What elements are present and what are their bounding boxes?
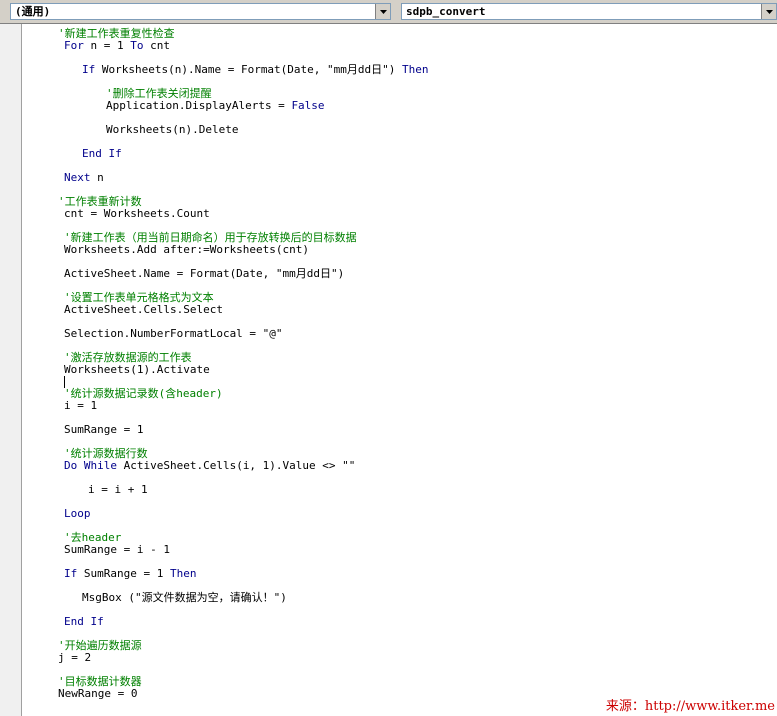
text-caret (64, 376, 65, 388)
procedure-combo-dropdown-button[interactable] (761, 4, 776, 19)
code-line[interactable]: MsgBox ("源文件数据为空，请确认！") (82, 592, 287, 604)
code-line[interactable]: End If (82, 148, 122, 160)
code-text: Worksheets.Add after:=Worksheets(cnt) (64, 243, 310, 256)
code-text: n (90, 171, 104, 184)
code-line[interactable]: ActiveSheet.Name = Format(Date, "mm月dd日"… (64, 268, 344, 280)
code-line[interactable]: End If (64, 616, 104, 628)
code-text: i = i + 1 (88, 483, 148, 496)
code-pane[interactable]: '新建工作表重复性检查 For n = 1 To cnt If Worksheets… (22, 24, 777, 716)
code-text: Application.DisplayAlerts = (106, 99, 292, 112)
code-text: NewRange = 0 (58, 687, 138, 700)
code-line[interactable]: If Worksheets(n).Name = Format(Date, "mm… (82, 64, 429, 76)
code-text: ActiveSheet.Cells.Select (64, 303, 223, 316)
code-keyword: If (82, 63, 96, 76)
code-line[interactable]: Worksheets.Add after:=Worksheets(cnt) (64, 244, 309, 256)
code-editor[interactable]: '新建工作表重复性检查 For n = 1 To cnt If Worksheets… (0, 24, 777, 716)
code-line[interactable]: i = 1 (64, 400, 97, 412)
code-text: ActiveSheet.Name = Format(Date, "mm月dd日"… (64, 267, 345, 280)
object-combo[interactable]: (通用) (10, 3, 391, 20)
code-text: i = 1 (64, 399, 98, 412)
code-text: Selection.NumberFormatLocal = "@" (64, 327, 283, 340)
code-line[interactable]: SumRange = i - 1 (64, 544, 170, 556)
code-line[interactable]: For n = 1 To cnt (64, 40, 170, 52)
code-line[interactable]: Worksheets(1).Activate (64, 364, 210, 376)
code-text: cnt (143, 39, 170, 52)
code-text: SumRange = i - 1 (64, 543, 170, 556)
code-line[interactable]: Worksheets(n).Delete (106, 124, 238, 136)
code-line[interactable]: j = 2 (58, 652, 91, 664)
code-keyword: Next (64, 171, 91, 184)
code-keyword: End If (82, 147, 122, 160)
margin-indicator-bar[interactable] (0, 24, 22, 716)
code-keyword: If (64, 567, 78, 580)
chevron-down-icon (765, 9, 773, 14)
code-line[interactable]: Selection.NumberFormatLocal = "@" (64, 328, 283, 340)
code-text: ActiveSheet.Cells(i, 1).Value <> "" (116, 459, 356, 472)
code-line[interactable]: Do While ActiveSheet.Cells(i, 1).Value <… (64, 460, 355, 472)
code-keyword: Do While (64, 459, 117, 472)
source-watermark: 来源：http://www.itker.me (605, 699, 775, 714)
object-combo-dropdown-button[interactable] (375, 4, 390, 19)
code-line[interactable]: SumRange = 1 (64, 424, 143, 436)
code-text: Worksheets(n).Delete (106, 123, 239, 136)
code-keyword: False (291, 99, 325, 112)
code-keyword: End If (64, 615, 104, 628)
code-line[interactable]: NewRange = 0 (58, 688, 137, 700)
chevron-down-icon (379, 9, 387, 14)
object-combo-value: (通用) (15, 5, 51, 18)
code-text: j = 2 (58, 651, 92, 664)
code-line[interactable]: cnt = Worksheets.Count (64, 208, 210, 220)
code-text: SumRange = 1 (77, 567, 170, 580)
code-text: cnt = Worksheets.Count (64, 207, 210, 220)
code-text: Worksheets(1).Activate (64, 363, 210, 376)
code-keyword: Then (402, 63, 429, 76)
module-toolbar: (通用) sdpb_convert (0, 0, 777, 24)
code-keyword: To (130, 39, 144, 52)
code-line[interactable]: Loop (64, 508, 91, 520)
code-text: MsgBox ("源文件数据为空，请确认！") (82, 591, 287, 604)
code-keyword: Then (169, 567, 197, 580)
code-line[interactable]: Application.DisplayAlerts = False (106, 100, 325, 112)
code-text: SumRange = 1 (64, 423, 144, 436)
procedure-combo-value: sdpb_convert (406, 5, 486, 18)
code-text: Worksheets(n).Name = Format(Date, "mm月dd… (95, 63, 403, 76)
code-line[interactable]: If SumRange = 1 Then (64, 568, 196, 580)
code-line[interactable]: ActiveSheet.Cells.Select (64, 304, 223, 316)
procedure-combo[interactable]: sdpb_convert (401, 3, 777, 20)
code-line[interactable]: Next n (64, 172, 104, 184)
code-line[interactable]: i = i + 1 (88, 484, 148, 496)
code-text: n = 1 (83, 39, 131, 52)
code-keyword: For (64, 39, 84, 52)
code-keyword: Loop (64, 507, 91, 520)
